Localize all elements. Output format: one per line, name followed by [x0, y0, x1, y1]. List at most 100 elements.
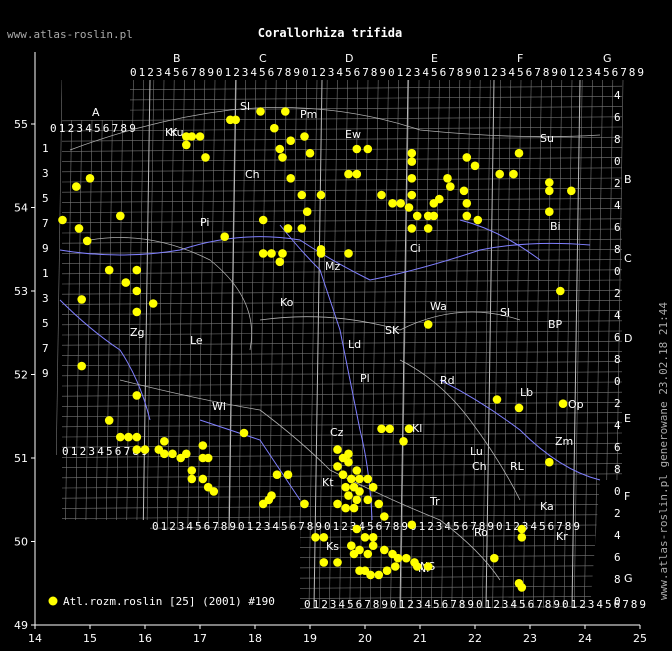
grid-row-digit: 8 — [614, 243, 621, 256]
occurrence-point — [77, 295, 86, 304]
occurrence-point — [490, 553, 499, 563]
grid-hline — [61, 106, 623, 111]
grid-row-digit: 0 — [614, 155, 621, 168]
occurrence-point — [300, 499, 309, 509]
grid-digit: 2 — [407, 598, 414, 611]
grid-row-digit: 4 — [614, 89, 621, 102]
grid-digit: 4 — [85, 122, 92, 135]
grid-digit: 3 — [178, 520, 185, 533]
occurrence-point — [203, 453, 213, 463]
grid-digit: 2 — [579, 598, 586, 611]
occurrence-point — [344, 169, 353, 179]
occurrence-point — [344, 249, 353, 258]
grid-digit: 8 — [373, 598, 380, 611]
occurrence-point — [82, 236, 92, 246]
grid-digit: 8 — [459, 598, 466, 611]
occurrence-point — [545, 186, 554, 196]
grid-digit: 0 — [152, 520, 159, 533]
occurrence-point — [352, 524, 362, 534]
region-label: Ld — [348, 338, 361, 351]
occurrence-point — [407, 520, 417, 530]
occurrence-point — [201, 153, 210, 162]
occurrence-point — [187, 474, 197, 484]
grid-hline — [61, 85, 623, 91]
grid-hline — [61, 198, 623, 203]
grid-digit: 6 — [356, 598, 363, 611]
grid-row-digit: 0 — [614, 265, 621, 278]
occurrence-point — [363, 144, 373, 154]
occurrence-point — [363, 549, 373, 559]
occurrence-point — [402, 553, 411, 563]
grid-digit: 5 — [433, 598, 440, 611]
occurrence-point — [333, 462, 342, 471]
occurrence-point — [407, 190, 417, 200]
grid-row-digit: 2 — [614, 507, 621, 520]
occurrence-point — [368, 541, 378, 550]
grid-digit: 1 — [311, 66, 318, 79]
occurrence-point — [132, 286, 142, 296]
grid-vline — [584, 79, 593, 609]
grid-digit: 3 — [416, 598, 423, 611]
occurrence-point — [140, 445, 150, 454]
occurrence-point — [492, 395, 502, 404]
occurrence-point — [412, 562, 422, 571]
grid-digit: 3 — [328, 66, 335, 79]
grid-row-digit: 8 — [614, 573, 621, 586]
grid-digit: 7 — [620, 66, 627, 79]
grid-row-digit: 0 — [614, 595, 621, 608]
grid-digit: 1 — [71, 445, 78, 458]
occurrence-point — [443, 174, 452, 183]
occurrence-point — [429, 211, 439, 221]
occurrence-point — [412, 211, 422, 221]
occurrence-point — [283, 224, 293, 233]
occurrence-point — [270, 123, 279, 133]
grid-row-digit: 8 — [614, 353, 621, 366]
grid-hline — [61, 136, 623, 142]
grid-digit: 7 — [622, 598, 629, 611]
grid-hline — [61, 96, 623, 101]
occurrence-point — [316, 190, 326, 200]
region-label: Pm — [300, 108, 317, 121]
occurrence-point — [355, 474, 364, 484]
region-label: Tr — [429, 495, 440, 508]
occurrence-point — [267, 491, 276, 500]
occurrence-point — [352, 144, 362, 154]
occurrence-point — [567, 186, 576, 196]
occurrence-point — [391, 562, 400, 571]
grid-digit: 5 — [345, 66, 352, 79]
grid-digit: 9 — [573, 520, 580, 533]
occurrence-point — [286, 136, 296, 145]
grid-digit: 0 — [238, 520, 245, 533]
occurrence-point — [104, 265, 114, 275]
occurrence-point — [187, 466, 197, 475]
grid-hline — [61, 218, 623, 224]
grid-digit: 9 — [465, 66, 472, 79]
grid-row-letter: F — [624, 490, 630, 503]
grid-row-letter: G — [624, 572, 633, 585]
grid-digit: 9 — [229, 520, 236, 533]
grid-digit: 3 — [156, 66, 163, 79]
grid-digit: 5 — [106, 445, 113, 458]
grid-hline — [61, 269, 623, 275]
grid-digit: 7 — [384, 520, 391, 533]
occurrence-point — [77, 361, 86, 371]
y-tick-label: 51 — [14, 452, 28, 465]
grid-digit: 9 — [315, 520, 322, 533]
occurrence-point — [514, 148, 524, 158]
occurrence-point — [435, 194, 444, 204]
grid-digit: 6 — [290, 520, 297, 533]
grid-digit: 7 — [534, 66, 541, 79]
occurrence-point — [148, 299, 158, 308]
grid-digit: 3 — [586, 66, 593, 79]
occurrence-point — [462, 211, 472, 221]
grid-digit: 6 — [526, 66, 533, 79]
grid-digit: 4 — [250, 66, 257, 79]
region-label: Su — [540, 132, 554, 145]
grid-digit: 4 — [596, 598, 603, 611]
grid-row-digit: 8 — [614, 133, 621, 146]
grid-row-digit: 4 — [614, 199, 621, 212]
grid-row-digit: 6 — [614, 331, 621, 344]
occurrence-point — [85, 174, 95, 183]
grid-digit: 5 — [605, 598, 612, 611]
region-label: Ro — [474, 526, 488, 539]
